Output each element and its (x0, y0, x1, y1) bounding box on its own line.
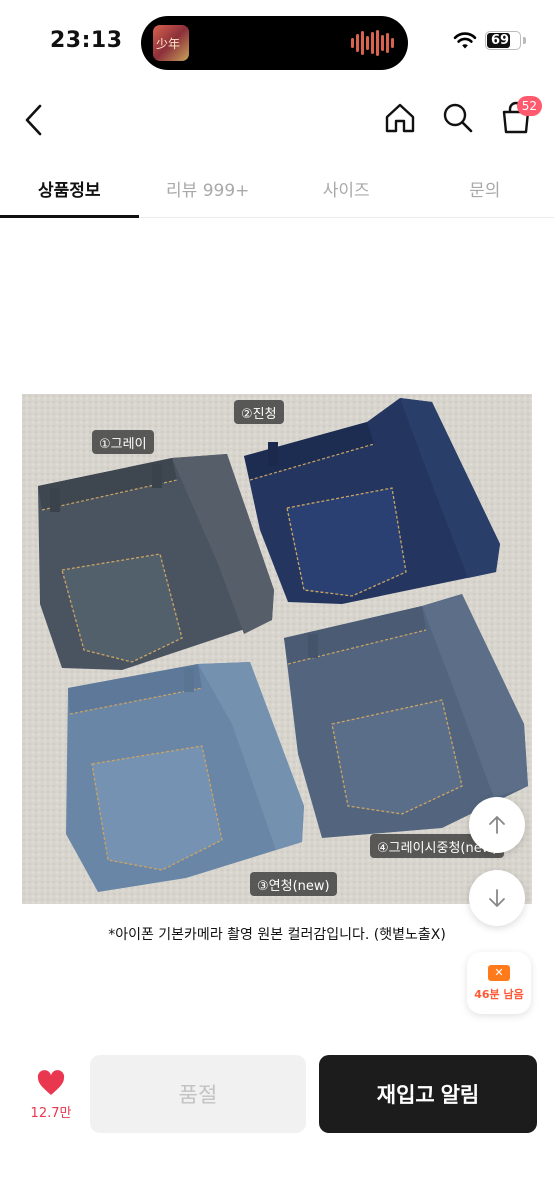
like-button[interactable]: 12.7만 (20, 1070, 82, 1130)
wifi-icon (453, 31, 477, 48)
heart-icon (37, 1070, 65, 1095)
chevron-left-icon (25, 104, 42, 136)
product-photo: ①그레이 ②진청 ③연청(new) ④그레이시중청(new) (22, 394, 532, 904)
nav-bar: 52 (0, 90, 554, 150)
cart-button[interactable]: 52 (498, 96, 542, 138)
coupon-timer-button[interactable]: ✕ 46분 남음 (467, 952, 531, 1014)
coupon-icon: ✕ (488, 964, 510, 981)
status-indicators: 69 (453, 31, 526, 50)
tab-size[interactable]: 사이즈 (277, 160, 416, 217)
product-tabs: 상품정보 리뷰 999+ 사이즈 문의 (0, 160, 554, 218)
search-button[interactable] (440, 98, 476, 138)
back-button[interactable] (18, 100, 54, 140)
tab-product-info[interactable]: 상품정보 (0, 160, 139, 218)
audio-wave-icon (351, 30, 394, 56)
battery-tip (523, 37, 526, 44)
bottom-action-bar: 12.7만 품절 재입고 알림 (0, 1040, 554, 1200)
restock-alert-button[interactable]: 재입고 알림 (319, 1055, 537, 1133)
now-playing-album-art: 少年 (153, 25, 189, 61)
label-dark-blue: ②진청 (234, 400, 284, 424)
scroll-down-button[interactable] (469, 870, 525, 926)
battery-icon: 69 (485, 31, 521, 50)
coupon-timer-text: 46분 남음 (474, 987, 524, 1001)
label-gray: ①그레이 (92, 430, 154, 454)
home-icon (385, 103, 415, 133)
status-time: 23:13 (50, 28, 123, 53)
tab-reviews[interactable]: 리뷰 999+ (139, 160, 278, 217)
status-bar: 23:13 少年 69 (0, 0, 554, 86)
battery-level: 69 (490, 33, 510, 48)
nav-actions: 52 (382, 96, 542, 138)
cart-count-badge: 52 (516, 96, 542, 116)
label-light-blue: ③연청(new) (250, 872, 337, 896)
search-icon (443, 103, 473, 133)
like-count: 12.7만 (30, 1106, 72, 1121)
tab-inquiry[interactable]: 문의 (416, 160, 554, 217)
arrow-up-icon (489, 816, 505, 834)
home-button[interactable] (382, 98, 418, 138)
dynamic-island[interactable]: 少年 (141, 16, 408, 70)
sold-out-button[interactable]: 품절 (90, 1055, 306, 1133)
arrow-down-icon (489, 889, 505, 907)
scroll-up-button[interactable] (469, 797, 525, 853)
image-caption: *아이폰 기본카메라 촬영 원본 컬러감입니다. (햇볕노출X) (108, 927, 446, 943)
jeans-illustration (22, 394, 532, 904)
